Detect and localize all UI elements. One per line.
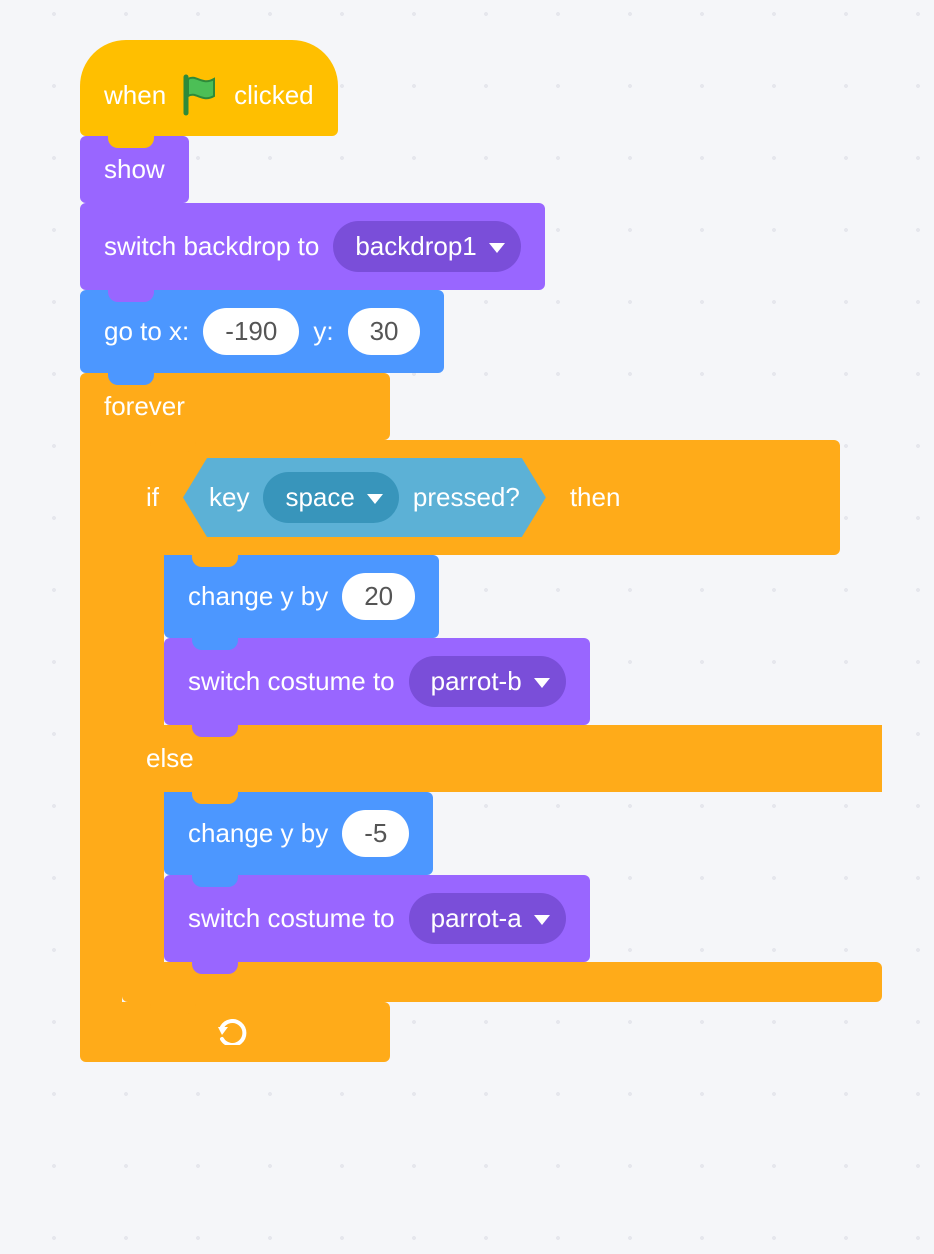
costume-dropdown-if-value: parrot-b <box>431 666 522 696</box>
pressed-label: pressed? <box>413 482 520 513</box>
change-y-input-else[interactable]: -5 <box>342 810 409 857</box>
hat-clicked-label: clicked <box>234 80 313 111</box>
costume-dropdown-else[interactable]: parrot-a <box>409 893 566 944</box>
loop-arrow-icon <box>218 1019 252 1045</box>
key-label: key <box>209 482 249 513</box>
hat-when-label: when <box>104 80 166 111</box>
change-y-by-block-else[interactable]: change y by -5 <box>164 792 433 875</box>
goto-x-input[interactable]: -190 <box>203 308 299 355</box>
show-label: show <box>104 154 165 185</box>
green-flag-icon <box>180 74 220 116</box>
goto-x-label: go to x: <box>104 316 189 347</box>
goto-y-label: y: <box>313 316 333 347</box>
switch-costume-label-else: switch costume to <box>188 903 395 934</box>
when-flag-clicked-block[interactable]: when clicked <box>80 40 338 136</box>
goto-xy-block[interactable]: go to x: -190 y: 30 <box>80 290 444 373</box>
switch-costume-block-if[interactable]: switch costume to parrot-b <box>164 638 590 725</box>
change-y-label-else: change y by <box>188 818 328 849</box>
chevron-down-icon <box>534 915 550 925</box>
chevron-down-icon <box>367 494 383 504</box>
backdrop-dropdown[interactable]: backdrop1 <box>333 221 520 272</box>
costume-dropdown-else-value: parrot-a <box>431 903 522 933</box>
change-y-input-if[interactable]: 20 <box>342 573 415 620</box>
chevron-down-icon <box>534 678 550 688</box>
scratch-script: when clicked show switch backdrop to bac… <box>80 40 900 1062</box>
key-dropdown[interactable]: space <box>263 472 398 523</box>
backdrop-dropdown-value: backdrop1 <box>355 231 476 261</box>
if-else-block[interactable]: if key space pressed? then <box>122 440 882 1002</box>
key-dropdown-value: space <box>285 482 354 512</box>
switch-costume-label: switch costume to <box>188 666 395 697</box>
switch-backdrop-block[interactable]: switch backdrop to backdrop1 <box>80 203 545 290</box>
chevron-down-icon <box>489 243 505 253</box>
goto-y-input[interactable]: 30 <box>348 308 421 355</box>
if-label: if <box>146 482 159 513</box>
forever-label: forever <box>104 391 185 422</box>
then-label: then <box>570 482 621 513</box>
switch-backdrop-label: switch backdrop to <box>104 231 319 262</box>
key-pressed-reporter[interactable]: key space pressed? <box>183 458 546 537</box>
else-label: else <box>146 743 194 774</box>
switch-costume-block-else[interactable]: switch costume to parrot-a <box>164 875 590 962</box>
change-y-label: change y by <box>188 581 328 612</box>
forever-block[interactable]: forever if key space <box>80 373 882 1062</box>
change-y-by-block-if[interactable]: change y by 20 <box>164 555 439 638</box>
costume-dropdown-if[interactable]: parrot-b <box>409 656 566 707</box>
